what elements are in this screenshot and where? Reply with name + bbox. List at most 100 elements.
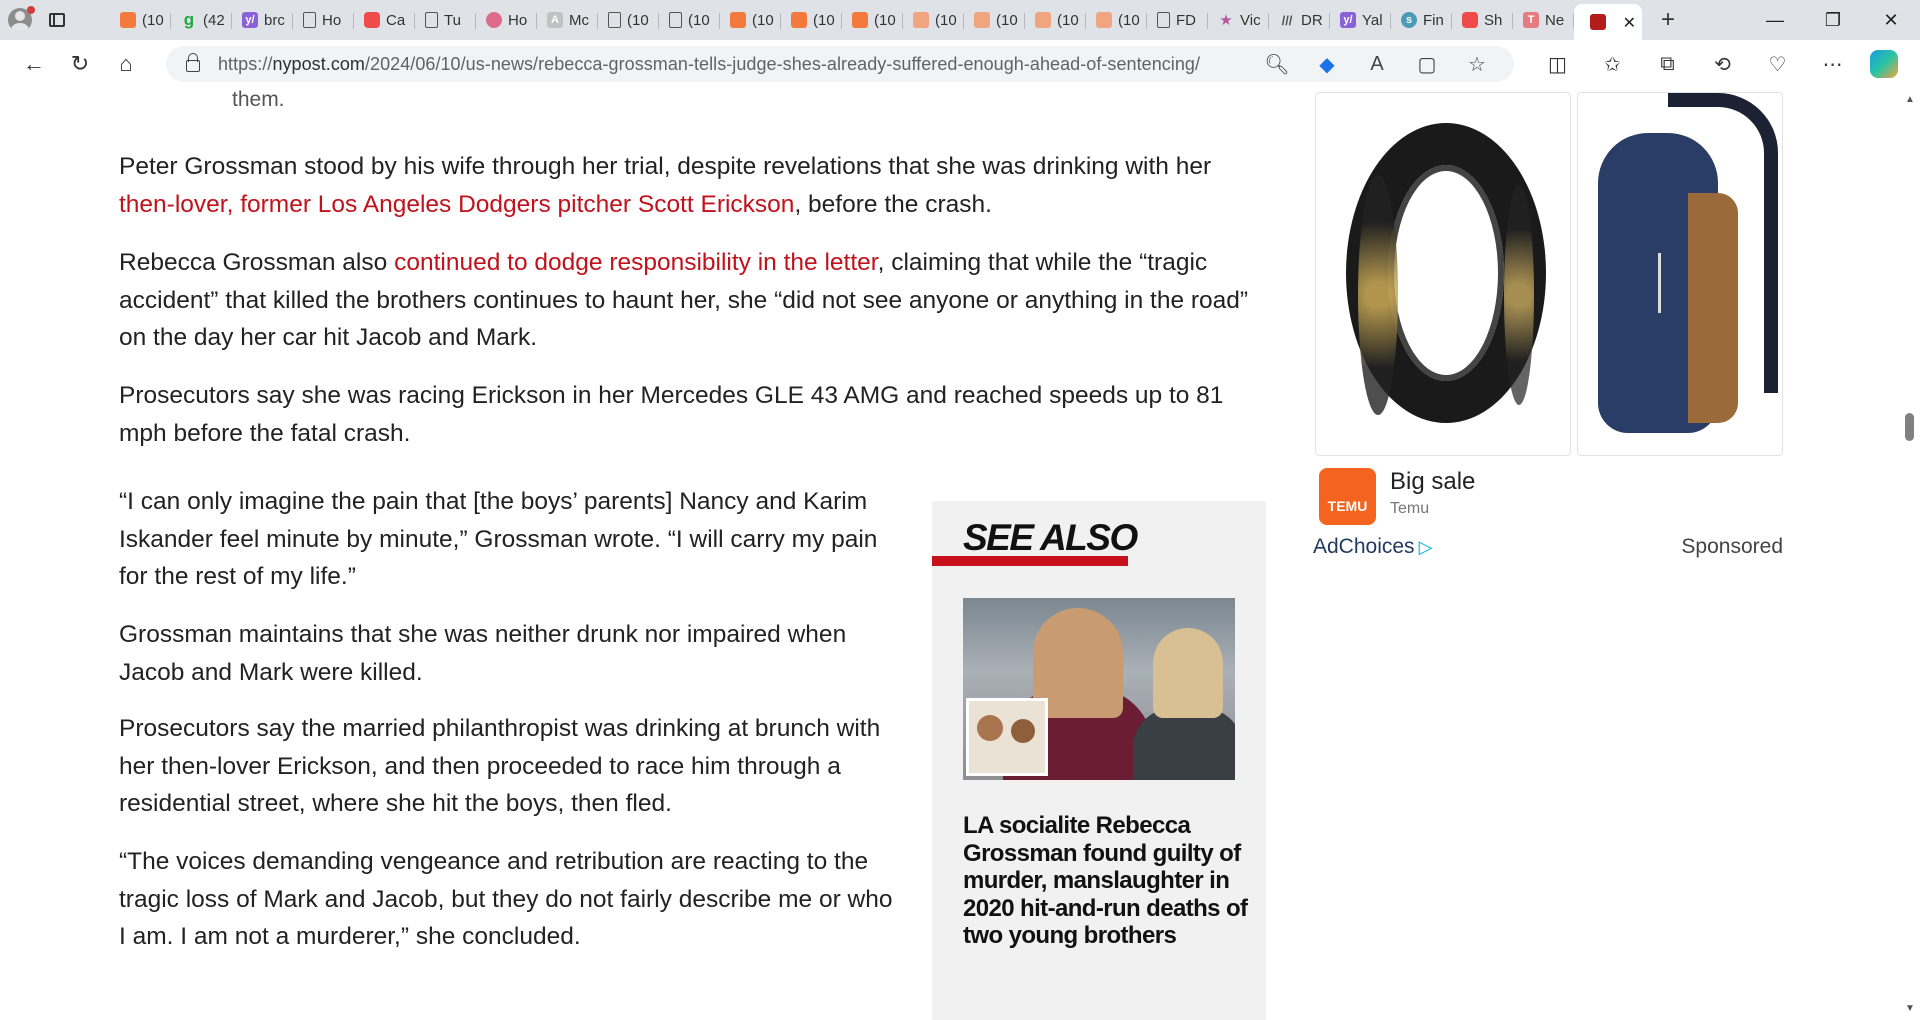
adchoices-link[interactable]: AdChoices ▷ <box>1313 535 1432 559</box>
browser-tab[interactable]: (10 <box>720 4 781 36</box>
new-tab-button[interactable]: + <box>1648 4 1688 36</box>
browser-tab[interactable]: (10 <box>1025 4 1086 36</box>
browser-tab[interactable]: A Mc <box>537 4 598 36</box>
browser-tab[interactable]: (10 <box>1086 4 1147 36</box>
paragraph: Prosecutors say the married philanthropi… <box>119 715 881 817</box>
see-also-headline-link[interactable]: LA socialite Rebecca Grossman found guil… <box>963 812 1253 950</box>
tab-label: Sh <box>1484 11 1503 29</box>
orange-favicon-icon <box>120 12 136 28</box>
tab-actions-button[interactable] <box>40 0 74 40</box>
scroll-thumb[interactable] <box>1905 413 1914 441</box>
lock-icon <box>186 53 200 72</box>
read-aloud-icon[interactable]: A <box>1352 53 1402 76</box>
copilot-icon[interactable] <box>1870 50 1898 78</box>
tab-actions-icon <box>49 13 65 27</box>
browser-tab[interactable]: y/brc <box>232 4 293 36</box>
yt-favicon-icon <box>1462 12 1478 28</box>
sponsored-label: Sponsored <box>1681 535 1783 558</box>
close-window-button[interactable]: ✕ <box>1862 0 1920 40</box>
erickson-link[interactable]: then-lover, former Los Angeles Dodgers p… <box>119 191 794 218</box>
zoom-icon[interactable]: 🔍︎ <box>1252 52 1302 77</box>
adchoices-icon: ▷ <box>1418 537 1433 557</box>
tab-list: (10 g (42 y/brc Ho Ca Tu Ho A Mc (10 (10 (10 (10 (10 (1… <box>110 0 1642 40</box>
image-caption: them. <box>232 88 285 111</box>
performance-icon[interactable]: ♡ <box>1750 52 1805 77</box>
address-bar[interactable]: https://nypost.com/2024/06/10/us-news/re… <box>166 46 1514 82</box>
back-button[interactable]: ← <box>12 44 56 84</box>
tab-label: (10 <box>752 11 774 29</box>
yahoo-favicon-icon: y/ <box>242 12 258 28</box>
peach-favicon-icon <box>913 12 929 28</box>
tab-label: Mc <box>569 11 589 29</box>
letter-link[interactable]: continued to dodge responsibility in the… <box>394 249 878 276</box>
browser-tab[interactable]: (10 <box>964 4 1025 36</box>
browser-tab[interactable]: Ca <box>354 4 415 36</box>
ring-image <box>1346 123 1546 423</box>
tab-label: Fin <box>1423 11 1444 29</box>
tab-label: FD <box>1176 11 1196 29</box>
pink-favicon-icon <box>486 12 502 28</box>
more-menu-icon[interactable]: ⋯ <box>1805 52 1860 77</box>
maximize-button[interactable]: ❐ <box>1804 0 1862 40</box>
notification-dot <box>27 6 35 14</box>
shopping-tag-icon[interactable]: ◆ <box>1302 52 1352 77</box>
tab-label: (10 <box>1057 11 1079 29</box>
photo-figure <box>1133 708 1235 780</box>
browser-tab[interactable]: (10 <box>659 4 720 36</box>
scroll-up-arrow-icon[interactable]: ▲ <box>1905 94 1915 105</box>
refresh-button[interactable]: ↻ <box>58 44 102 84</box>
browser-tab[interactable]: (10 <box>781 4 842 36</box>
browser-tab[interactable]: Sh <box>1452 4 1513 36</box>
tab-label: Yal <box>1362 11 1383 29</box>
split-screen-icon[interactable]: ◫ <box>1530 52 1585 77</box>
browser-tab[interactable]: g (42 <box>171 4 232 36</box>
browser-tab[interactable]: /// DR <box>1269 4 1330 36</box>
collections-icon[interactable]: ⧉ <box>1640 53 1695 76</box>
profile-button[interactable] <box>0 0 40 40</box>
active-tab[interactable]: ✕ <box>1574 4 1642 40</box>
browser-tab[interactable]: Tu <box>415 4 476 36</box>
close-tab-icon[interactable]: ✕ <box>1623 13 1636 33</box>
navigation-bar: ← ↻ ⌂ https://nypost.com/2024/06/10/us-n… <box>0 40 1920 88</box>
paragraph: Prosecutors say she was racing Erickson … <box>119 382 1224 447</box>
doc-favicon-icon <box>1157 12 1170 28</box>
browser-tab[interactable]: (10 <box>598 4 659 36</box>
favorite-star-icon[interactable]: ☆ <box>1452 52 1502 77</box>
browser-tab[interactable]: (10 <box>903 4 964 36</box>
browser-tab[interactable]: ★ Vic <box>1208 4 1269 36</box>
browser-tab[interactable]: (10 <box>842 4 903 36</box>
tab-strip: (10 g (42 y/brc Ho Ca Tu Ho A Mc (10 (10 (10 (10 (10 (1… <box>0 0 1920 40</box>
tab-label: Ne <box>1545 11 1565 29</box>
scrollbar[interactable]: ▲ ▼ <box>1900 88 1920 1020</box>
url-text[interactable]: https://nypost.com/2024/06/10/us-news/re… <box>218 54 1200 75</box>
doc-favicon-icon <box>303 12 316 28</box>
yahoo-favicon-icon: y/ <box>1340 12 1356 28</box>
paragraph: Rebecca Grossman also continued to dodge… <box>119 244 1254 357</box>
browser-tab[interactable]: T Ne <box>1513 4 1574 36</box>
temu-logo[interactable]: TEMU <box>1319 468 1376 525</box>
tab-label: (10 <box>935 11 957 29</box>
browser-tab[interactable]: Ho <box>293 4 354 36</box>
stripes-favicon-icon: /// <box>1281 12 1293 28</box>
favorites-icon[interactable]: ✩ <box>1585 52 1640 77</box>
ad-title[interactable]: Big sale <box>1390 468 1475 496</box>
immersive-reader-icon[interactable]: ▢ <box>1402 52 1452 77</box>
doc-favicon-icon <box>669 12 682 28</box>
browser-tab[interactable]: FD <box>1147 4 1208 36</box>
browser-tab[interactable]: y/Yal <box>1330 4 1391 36</box>
toolbar-right: ◫ ✩ ⧉ ⟲ ♡ ⋯ <box>1530 50 1898 78</box>
ad-product-bag[interactable] <box>1577 92 1783 456</box>
orange-favicon-icon <box>791 12 807 28</box>
home-button[interactable]: ⌂ <box>104 44 148 84</box>
scroll-down-arrow-icon[interactable]: ▼ <box>1905 1003 1915 1014</box>
minimize-button[interactable]: — <box>1746 0 1804 40</box>
history-icon[interactable]: ⟲ <box>1695 52 1750 77</box>
browser-tab[interactable]: (10 <box>110 4 171 36</box>
see-also-image[interactable] <box>963 598 1235 780</box>
browser-tab[interactable]: s Fin <box>1391 4 1452 36</box>
browser-tab[interactable]: Ho <box>476 4 537 36</box>
tab-label: (10 <box>996 11 1018 29</box>
tab-label: (10 <box>813 11 835 29</box>
refresh-icon: ↻ <box>70 51 90 76</box>
ad-product-ring[interactable] <box>1315 92 1571 456</box>
